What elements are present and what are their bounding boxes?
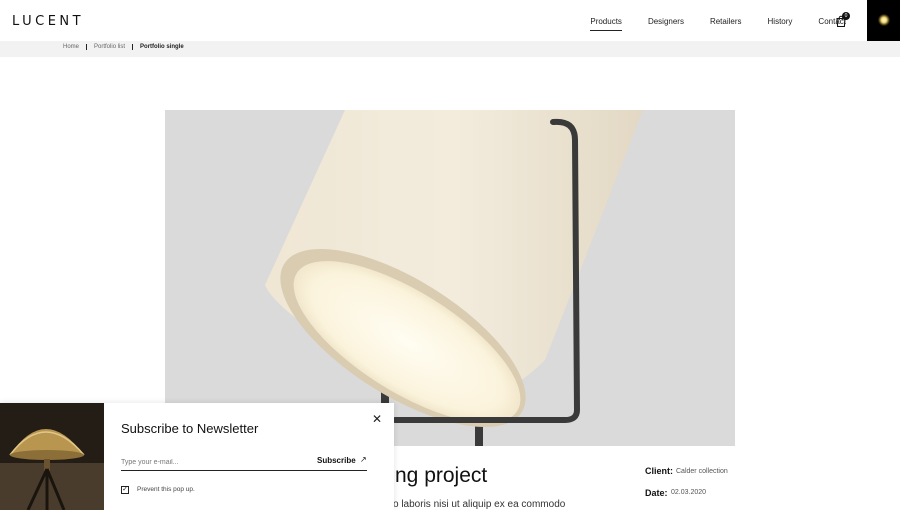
popup-title: Subscribe to Newsletter [121,421,259,436]
main-nav: Products Designers Retailers History Con… [564,17,846,31]
dome-lamp-illustration [0,403,104,510]
client-label: Client: [645,466,673,476]
breadcrumb-portfolio-list[interactable]: Portfolio list [94,44,125,50]
project-title: ng project [395,464,488,487]
arrow-up-right-icon[interactable]: ↗ [360,455,367,464]
breadcrumb-current: Portfolio single [140,44,184,50]
lamp-illustration [165,110,735,446]
breadcrumb-separator [86,44,88,50]
date-label: Date: [645,488,668,498]
popup-lamp-image [0,403,104,510]
subscribe-button[interactable]: Subscribe [317,456,356,465]
breadcrumb-separator [132,44,134,50]
prevent-popup-checkbox[interactable]: ✓ [121,486,129,494]
light-glow-icon [878,14,890,26]
hero-image [165,110,735,446]
client-value: Calder collection [676,468,728,475]
newsletter-popup: Subscribe to Newsletter ✕ Subscribe ↗ ✓ … [0,403,394,510]
header: LUCENT Products Designers Retailers Hist… [0,0,900,41]
project-description: o laboris nisi ut aliquip ex ea commodo [393,499,566,510]
page: LUCENT Products Designers Retailers Hist… [0,0,900,510]
nav-retailers[interactable]: Retailers [710,17,742,29]
breadcrumb: Home Portfolio list Portfolio single [63,44,184,50]
nav-products[interactable]: Products [590,17,622,31]
nav-designers[interactable]: Designers [648,17,684,29]
nav-history[interactable]: History [768,17,793,29]
date-value: 02.03.2020 [671,489,707,496]
prevent-popup-label: Prevent this pop up. [137,486,195,493]
close-icon[interactable]: ✕ [372,412,382,426]
logo[interactable]: LUCENT [12,14,84,29]
breadcrumb-home[interactable]: Home [63,44,79,50]
cart-count-badge: 0 [842,12,850,20]
